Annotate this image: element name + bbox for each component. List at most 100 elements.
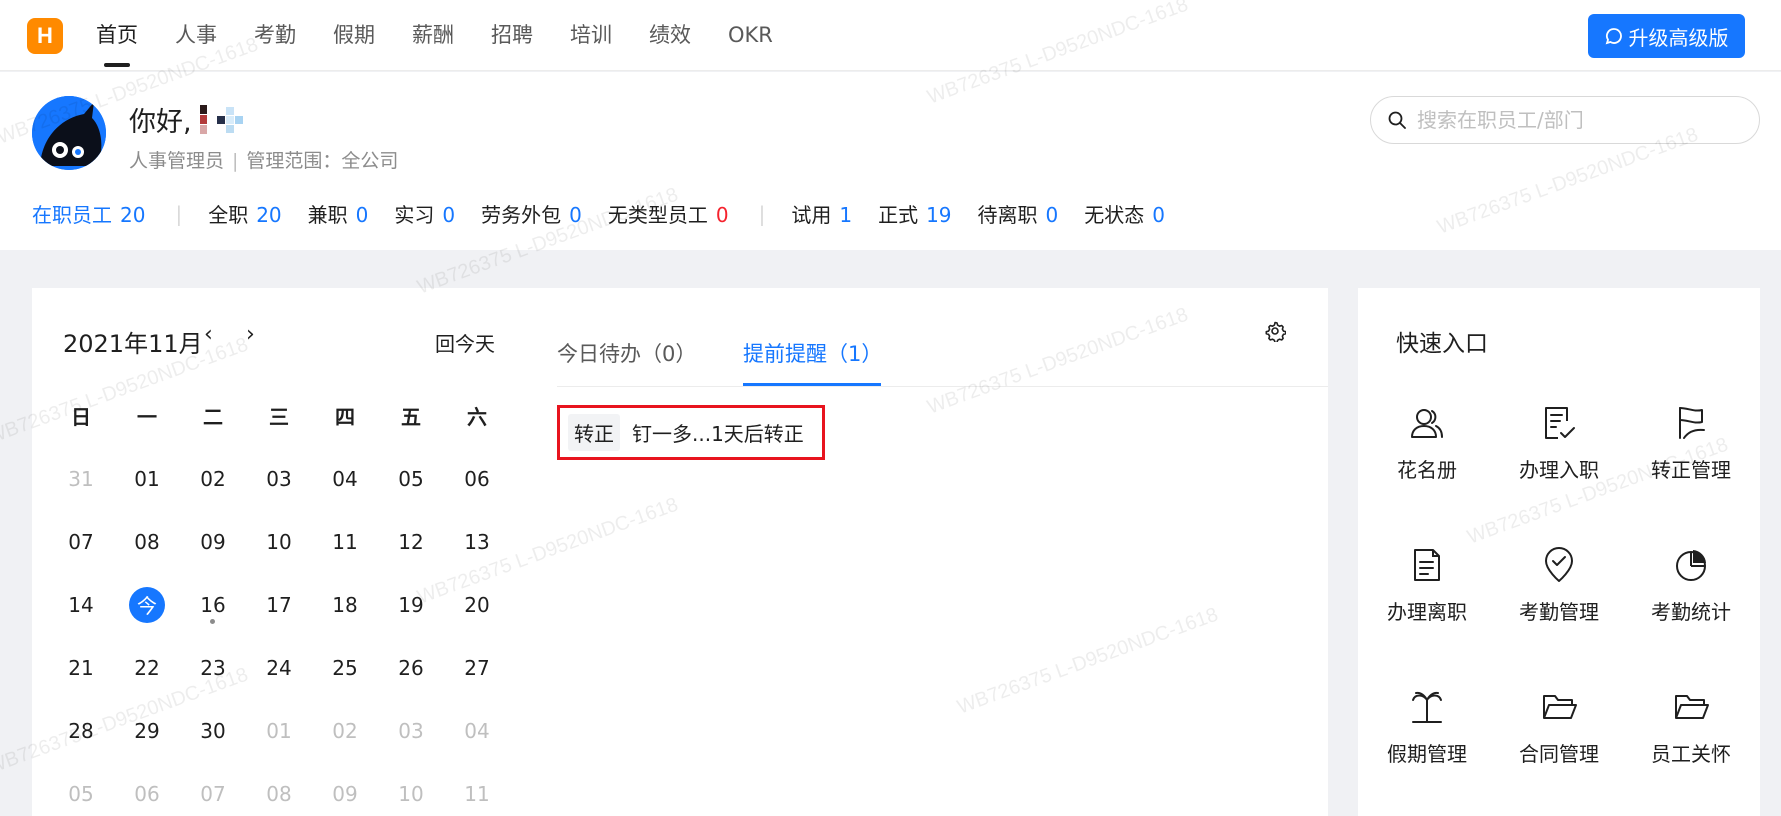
calendar-day[interactable]: 30 — [180, 699, 246, 762]
stat-intern[interactable]: 实习 0 — [394, 199, 455, 228]
nav-item-holiday[interactable]: 假期 — [333, 0, 375, 71]
weekday-label: 四 — [335, 405, 355, 429]
nav-item-home[interactable]: 首页 — [96, 0, 138, 71]
calendar-day[interactable]: 01 — [114, 447, 180, 510]
calendar-day[interactable]: 04 — [312, 447, 378, 510]
stat-pending-leave[interactable]: 待离职 0 — [978, 199, 1059, 228]
nav-item-recruit[interactable]: 招聘 — [491, 0, 533, 71]
quick-item-care[interactable]: 员工关怀 — [1626, 688, 1756, 798]
next-month-button[interactable]: › — [246, 322, 255, 347]
nav-item-okr[interactable]: OKR — [728, 0, 773, 71]
quick-item-roster[interactable]: 花名册 — [1362, 404, 1492, 514]
calendar-day[interactable]: 07 — [48, 510, 114, 573]
stat-fulltime[interactable]: 全职 20 — [208, 199, 281, 228]
calendar-day[interactable]: 18 — [312, 573, 378, 636]
stat-label: 全职 — [208, 203, 249, 227]
event-dot — [210, 619, 215, 624]
calendar-day[interactable]: 03 — [246, 447, 312, 510]
stat-no-status[interactable]: 无状态 0 — [1084, 199, 1165, 228]
calendar-day[interactable]: 19 — [378, 573, 444, 636]
calendar-day[interactable]: 26 — [378, 636, 444, 699]
quick-item-holiday[interactable]: 假期管理 — [1362, 688, 1492, 798]
quick-item-contract[interactable]: 合同管理 — [1494, 688, 1624, 798]
calendar-day[interactable]: 06 — [114, 762, 180, 816]
calendar-day[interactable]: 05 — [48, 762, 114, 816]
upgrade-button[interactable]: 升级高级版 — [1588, 14, 1745, 58]
nav-item-personnel[interactable]: 人事 — [175, 0, 217, 71]
calendar-day[interactable]: 27 — [444, 636, 510, 699]
stat-value: 0 — [355, 203, 369, 227]
stat-parttime[interactable]: 兼职 0 — [308, 199, 369, 228]
quick-item-attendance[interactable]: 考勤管理 — [1494, 546, 1624, 656]
quick-item-label: 考勤统计 — [1651, 600, 1731, 624]
stat-value: 0 — [569, 203, 582, 227]
calendar-day[interactable]: 24 — [246, 636, 312, 699]
calendar-day[interactable]: 10 — [246, 510, 312, 573]
quick-item-onboard[interactable]: 办理入职 — [1494, 404, 1624, 514]
quick-entry-title: 快速入口 — [1396, 331, 1488, 357]
calendar-day[interactable]: 04 — [444, 699, 510, 762]
calendar-day[interactable]: 11 — [444, 762, 510, 816]
stats-bar: 在职员工 20 | 全职 20 兼职 0 实习 0 劳务外包 0 无类型员工 0 | 试用 1… — [32, 199, 1191, 228]
calendar-day[interactable]: 07 — [180, 762, 246, 816]
calendar-day[interactable]: 02 — [312, 699, 378, 762]
stat-probation[interactable]: 试用 1 — [791, 199, 852, 228]
role-label: 人事管理员 — [129, 150, 225, 172]
calendar-day[interactable]: 29 — [114, 699, 180, 762]
calendar-day[interactable]: 14 — [48, 573, 114, 636]
nav-item-training[interactable]: 培训 — [570, 0, 612, 71]
calendar-day[interactable]: 22 — [114, 636, 180, 699]
avatar[interactable] — [32, 96, 106, 170]
reminder-item[interactable]: 转正 钉一多...1天后转正 — [557, 405, 825, 460]
stat-untyped[interactable]: 无类型员工 0 — [608, 199, 729, 228]
calendar-day[interactable]: 25 — [312, 636, 378, 699]
day-number: 16 — [200, 592, 226, 617]
calendar-day[interactable]: 23 — [180, 636, 246, 699]
stat-value: 20 — [256, 203, 282, 227]
calendar-day[interactable]: 11 — [312, 510, 378, 573]
calendar-day[interactable]: 01 — [246, 699, 312, 762]
prev-month-button[interactable]: ‹ — [204, 322, 213, 347]
nav-item-performance[interactable]: 绩效 — [649, 0, 691, 71]
calendar-day[interactable]: 20 — [444, 573, 510, 636]
roster-icon — [1411, 409, 1443, 438]
app-logo[interactable]: H — [27, 18, 63, 54]
masked-name — [199, 105, 243, 134]
stat-regular[interactable]: 正式 19 — [878, 199, 951, 228]
stat-outsourced[interactable]: 劳务外包 0 — [481, 199, 582, 228]
quick-item-regularize[interactable]: 转正管理 — [1626, 404, 1756, 514]
calendar-day[interactable]: 06 — [444, 447, 510, 510]
calendar-day[interactable]: 08 — [114, 510, 180, 573]
calendar-day[interactable]: 12 — [378, 510, 444, 573]
stat-value: 0 — [715, 203, 729, 227]
tab-today-todo[interactable]: 今日待办（0） — [557, 338, 696, 368]
calendar-day[interactable]: 09 — [180, 510, 246, 573]
calendar-day[interactable]: 05 — [378, 447, 444, 510]
calendar-day[interactable]: 21 — [48, 636, 114, 699]
calendar-day[interactable]: 02 — [180, 447, 246, 510]
nav-item-salary[interactable]: 薪酬 — [412, 0, 454, 71]
nav-item-attendance[interactable]: 考勤 — [254, 0, 296, 71]
calendar-day-today[interactable]: 今 — [114, 573, 180, 636]
quick-item-attendance-stats[interactable]: 考勤统计 — [1626, 546, 1756, 656]
quick-entry-card: 快速入口 花名册 办理入职 转正管理 办理离职 考勤管理 考勤统计 假期管理 合… — [1358, 288, 1760, 816]
calendar-day[interactable]: 13 — [444, 510, 510, 573]
calendar-day[interactable]: 16 — [180, 573, 246, 636]
calendar-day[interactable]: 03 — [378, 699, 444, 762]
quick-item-offboard[interactable]: 办理离职 — [1362, 546, 1492, 656]
search-box[interactable] — [1370, 96, 1760, 144]
settings-button[interactable] — [1264, 320, 1287, 346]
calendar-day[interactable]: 09 — [312, 762, 378, 816]
stat-label: 实习 — [394, 203, 435, 227]
search-input[interactable] — [1417, 108, 1737, 132]
calendar-day[interactable]: 10 — [378, 762, 444, 816]
calendar-day[interactable]: 28 — [48, 699, 114, 762]
back-to-today-button[interactable]: 回今天 — [435, 328, 495, 357]
greeting: 你好, — [129, 100, 243, 139]
stat-label: 劳务外包 — [481, 203, 562, 227]
calendar-day[interactable]: 17 — [246, 573, 312, 636]
stat-active-employees[interactable]: 在职员工 20 — [32, 199, 145, 228]
tab-advance-reminder[interactable]: 提前提醒（1） — [743, 338, 882, 368]
calendar-day[interactable]: 31 — [48, 447, 114, 510]
calendar-day[interactable]: 08 — [246, 762, 312, 816]
